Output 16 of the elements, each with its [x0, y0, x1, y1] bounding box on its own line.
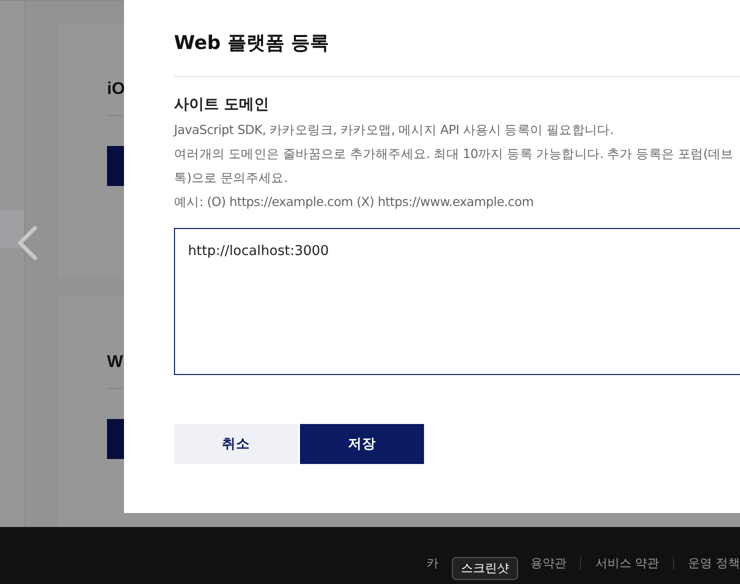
- tooltip: 스크린샷: [452, 557, 518, 580]
- domain-input-field[interactable]: http://localhost:3000: [174, 228, 740, 375]
- footer-link[interactable]: 카: [426, 555, 438, 572]
- description-text: 예시: (O) https://example.com (X) https://www.example.com: [174, 193, 535, 211]
- cancel-button[interactable]: 취소: [174, 424, 298, 464]
- section-heading: 사이트 도메인: [174, 95, 270, 114]
- footer-link[interactable]: 서비스 약관: [595, 555, 660, 572]
- card-title: iO: [107, 79, 125, 99]
- save-button[interactable]: 저장: [300, 424, 424, 464]
- card-title: W: [107, 352, 124, 372]
- footer-link[interactable]: 운영 정책: [688, 555, 740, 572]
- description-text: JavaScript SDK, 카카오링크, 카카오맵, 메시지 API 사용시 등록이 필요합니다.: [174, 121, 615, 139]
- chevron-left-icon[interactable]: [15, 225, 39, 261]
- modal-title: Web 플랫폼 등록: [174, 31, 330, 56]
- description-text: 여러개의 도메인은 줄바꿈으로 추가해주세요. 최대 10까지 등록 가능합니다. 추가 등록은 포럼(데브톡)으로 문의주세요.: [174, 145, 734, 187]
- footer-link[interactable]: 용약관: [530, 555, 566, 572]
